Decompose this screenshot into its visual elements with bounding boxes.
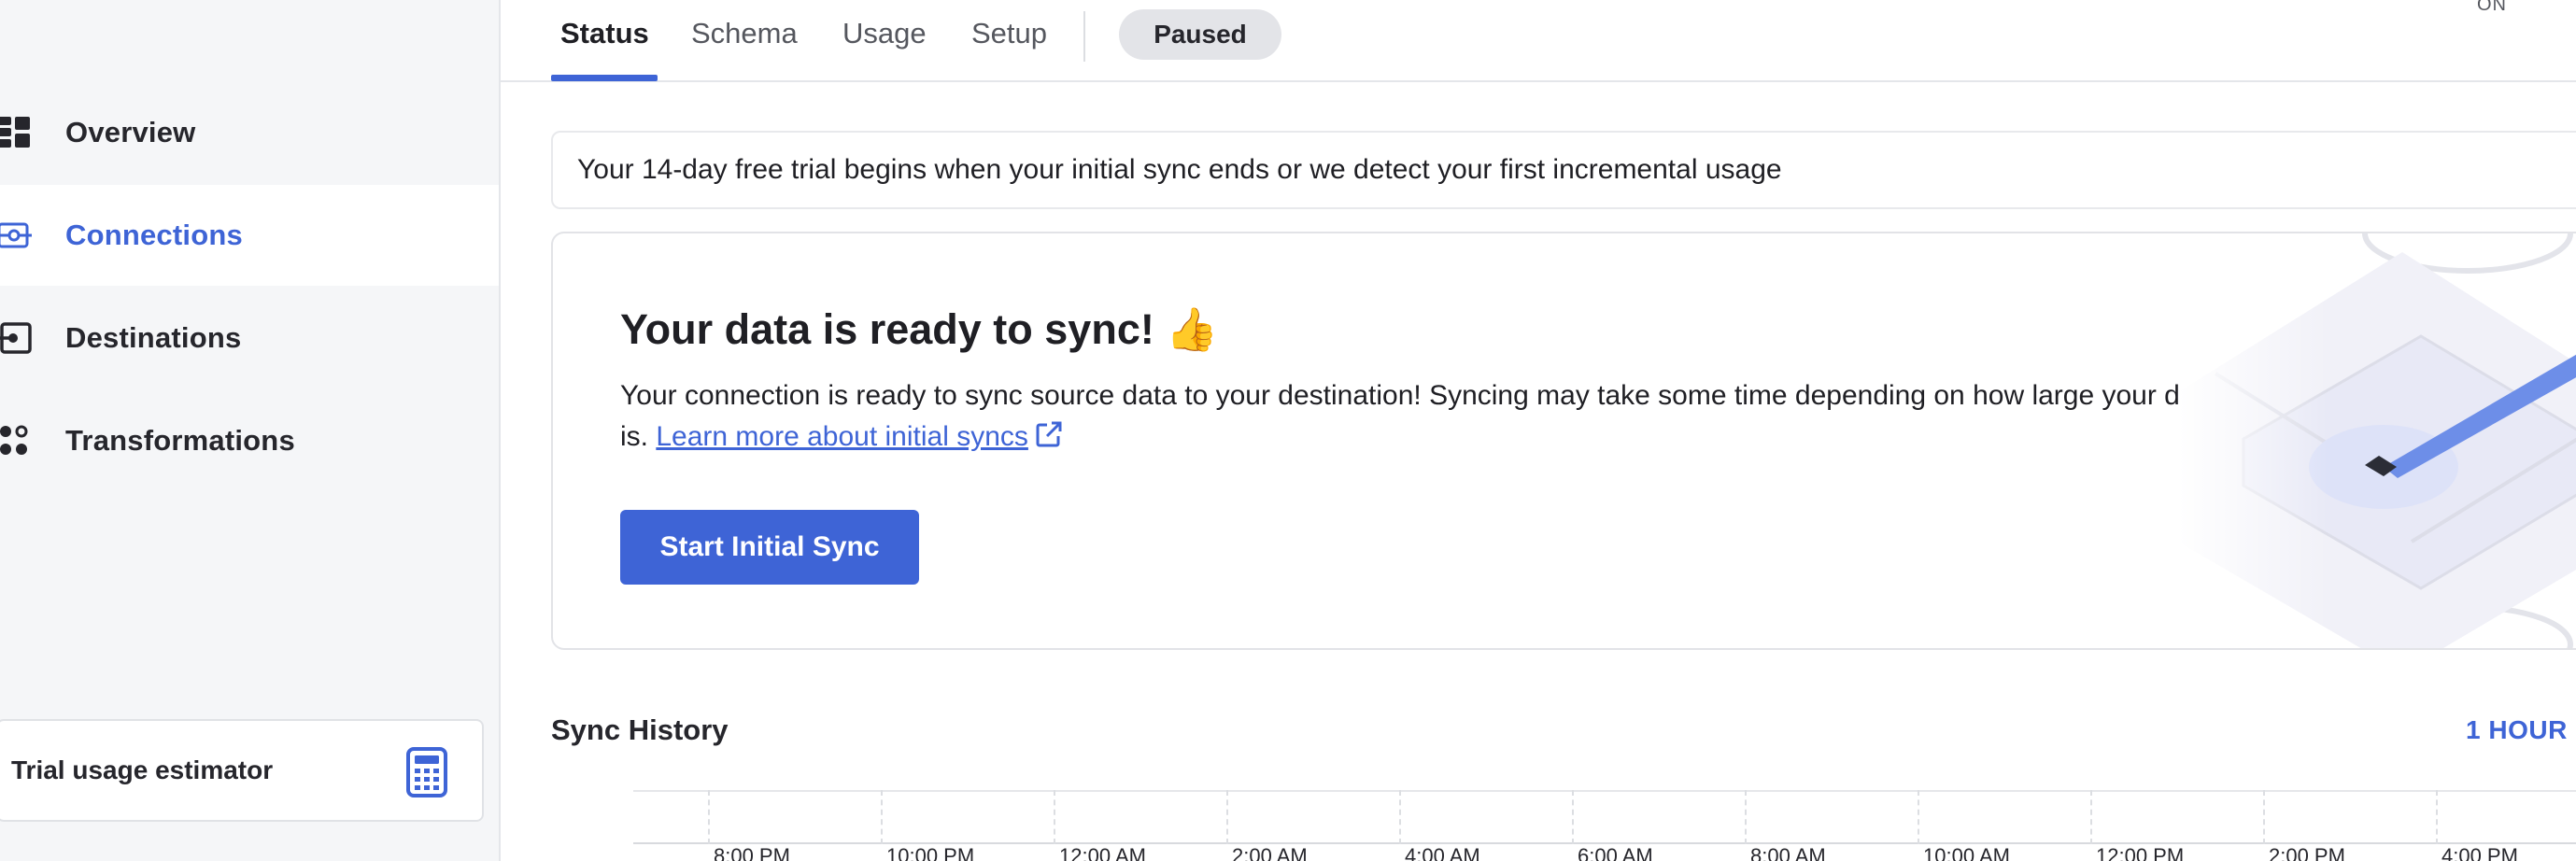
trial-banner: Your 14-day free trial begins when your … — [551, 131, 2576, 209]
sidebar-item-label: Transformations — [65, 424, 295, 457]
sync-history-timeline: 8:00 PM 10:00 PM 12:00 AM 2:00 AM 4:00 A… — [633, 790, 2576, 861]
ready-to-sync-card: Your data is ready to sync! 👍 Your conne… — [551, 232, 2576, 650]
timeline-gridline — [708, 790, 710, 844]
calculator-icon — [405, 747, 448, 797]
timeline-tick-label: 4:00 AM — [1405, 844, 1480, 861]
connector-tabs: Status Schema Usage Setup Paused — [501, 0, 2576, 82]
timeline-gridline — [1054, 790, 1055, 844]
tab-schema[interactable]: Schema — [691, 17, 798, 50]
tab-status[interactable]: Status — [560, 17, 649, 50]
timeline-tick-label: 10:00 PM — [886, 844, 975, 861]
sync-history-title: Sync History — [551, 713, 729, 746]
timeline-gridline — [2436, 790, 2438, 844]
tab-setup[interactable]: Setup — [971, 17, 1047, 50]
transformations-icon — [0, 423, 34, 459]
trial-banner-text: Your 14-day free trial begins when your … — [577, 154, 1782, 185]
timeline-tick-label: 8:00 PM — [714, 844, 790, 861]
timeline-gridline — [1918, 790, 1919, 844]
dashboard-grid-icon — [0, 115, 34, 150]
time-range-selector[interactable]: 1 HOUR — [2466, 715, 2568, 745]
active-tab-indicator — [551, 75, 658, 81]
ready-card-title: Your data is ready to sync! 👍 — [620, 305, 1219, 353]
timeline-tick-label: 12:00 AM — [1059, 844, 1146, 861]
external-link-icon[interactable] — [1034, 419, 1064, 461]
timeline-gridline — [2263, 790, 2265, 844]
destination-icon — [0, 320, 34, 356]
start-initial-sync-button[interactable]: Start Initial Sync — [620, 510, 919, 585]
timeline-tick-label: 4:00 PM — [2442, 844, 2518, 861]
timeline-gridline — [1572, 790, 1574, 844]
sidebar: Overview Connections Destinations Transf… — [0, 0, 501, 861]
ready-card-body: Your connection is ready to sync source … — [620, 375, 2264, 461]
sidebar-item-overview[interactable]: Overview — [0, 82, 499, 183]
timeline-tick-label: 8:00 AM — [1750, 844, 1826, 861]
sidebar-item-destinations[interactable]: Destinations — [0, 288, 499, 388]
trial-usage-estimator-button[interactable]: Trial usage estimator — [0, 719, 484, 822]
timeline-tick-label: 10:00 AM — [1923, 844, 2010, 861]
tab-usage[interactable]: Usage — [842, 17, 927, 50]
sidebar-item-label: Destinations — [65, 321, 242, 354]
timeline-tick-label: 12:00 PM — [2096, 844, 2185, 861]
status-badge: Paused — [1119, 9, 1281, 60]
sidebar-item-label: Overview — [65, 116, 196, 148]
sync-toggle-label[interactable]: ON — [2477, 0, 2507, 16]
timeline-top-line — [633, 790, 2576, 792]
timeline-gridline — [2090, 790, 2092, 844]
tab-divider — [1083, 11, 1085, 62]
timeline-gridline — [1745, 790, 1747, 844]
sidebar-item-transformations[interactable]: Transformations — [0, 390, 499, 491]
timeline-gridline — [1399, 790, 1401, 844]
timeline-tick-label: 2:00 AM — [1232, 844, 1308, 861]
connections-icon — [0, 218, 34, 253]
estimator-label: Trial usage estimator — [11, 755, 274, 784]
sidebar-item-label: Connections — [65, 219, 243, 251]
timeline-gridline — [881, 790, 883, 844]
timeline-tick-label: 6:00 AM — [1578, 844, 1653, 861]
sync-illustration — [2178, 233, 2576, 648]
timeline-gridline — [1226, 790, 1228, 844]
learn-more-link[interactable]: Learn more about initial syncs — [656, 421, 1028, 452]
sidebar-item-connections[interactable]: Connections — [0, 185, 499, 286]
timeline-tick-label: 2:00 PM — [2269, 844, 2345, 861]
